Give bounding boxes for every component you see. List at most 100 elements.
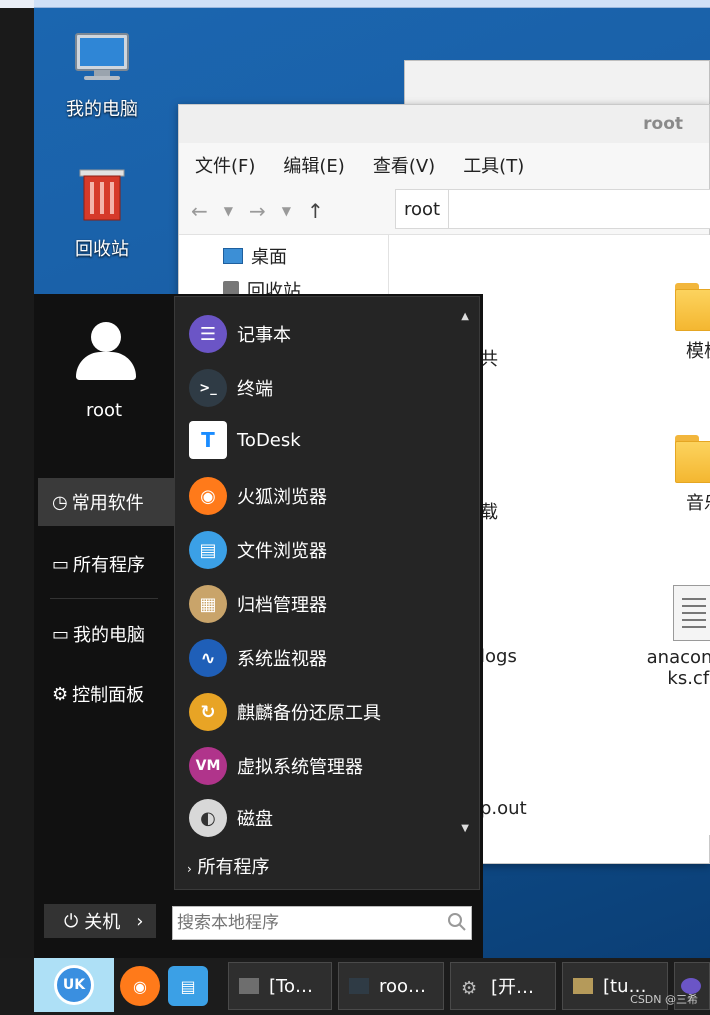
shutdown-label: 关机	[84, 912, 121, 933]
scroll-down-icon[interactable]: ▼	[461, 823, 469, 834]
vm-icon: VM	[189, 747, 227, 785]
taskbar-file-browser-icon[interactable]: ▤	[168, 966, 208, 1006]
nav-label: 控制面板	[72, 685, 145, 706]
app-item-firefox[interactable]: ◉ 火狐浏览器	[189, 477, 327, 515]
app-item-file-browser[interactable]: ▤ 文件浏览器	[189, 531, 327, 569]
computer-icon	[75, 33, 129, 80]
all-programs-label: 所有程序	[197, 857, 270, 878]
app-item-backup-tool[interactable]: ↻ 麒麟备份还原工具	[189, 693, 381, 731]
nav-label: 常用软件	[71, 493, 144, 514]
monitor-icon: ▭	[52, 623, 70, 645]
app-item-virt-manager[interactable]: VM 虚拟系统管理器	[189, 747, 363, 785]
clock-icon: ◷	[52, 491, 68, 513]
taskbar-item[interactable]: roo…	[338, 962, 444, 1010]
shutdown-button[interactable]: ⏻ 关机 ›	[44, 904, 156, 938]
file-item[interactable]: 音乐	[649, 435, 710, 515]
nav-label: 我的电脑	[73, 625, 146, 646]
chevron-right-icon: ›	[136, 910, 144, 932]
window-title: root	[179, 105, 709, 143]
app-item-todesk[interactable]: T ToDesk	[189, 421, 301, 459]
notepad-icon: ☰	[189, 315, 227, 353]
file-browser-icon: ▤	[189, 531, 227, 569]
taskbar-firefox-icon[interactable]: ◉	[120, 966, 160, 1006]
folder-icon	[573, 978, 593, 994]
taskbar-item-label: [开…	[491, 977, 535, 998]
document-icon	[673, 585, 710, 641]
chevron-right-icon: ›	[187, 862, 192, 876]
start-button[interactable]: UK	[34, 958, 114, 1012]
nav-label: 所有程序	[73, 555, 146, 576]
disk-icon: ◐	[189, 799, 227, 837]
file-label: 音乐	[686, 493, 710, 514]
top-tab-stub	[0, 0, 34, 8]
nav-divider	[50, 598, 158, 599]
kylin-logo-icon: UK	[54, 965, 94, 1005]
desktop-icon-my-computer[interactable]: 我的电脑	[52, 30, 152, 121]
app-item-disks[interactable]: ◐ 磁盘	[189, 799, 273, 837]
taskbar-item-label: [To…	[269, 975, 313, 997]
app-label: 磁盘	[237, 809, 273, 830]
app-item-archive-manager[interactable]: ▦ 归档管理器	[189, 585, 327, 623]
menu-file[interactable]: 文件(F)	[195, 152, 255, 178]
back-arrow-icon[interactable]: ←	[191, 199, 208, 223]
todesk-icon: T	[189, 421, 227, 459]
file-label: anaconda-ks.cfg	[646, 647, 710, 689]
desktop-icon-label: 我的电脑	[66, 99, 138, 120]
archive-icon: ▦	[189, 585, 227, 623]
app-list: ▲ ☰ 记事本 >_ 终端 T ToDesk ◉ 火狐浏览器 ▤ 文件浏览器 ▦…	[174, 296, 480, 890]
app-label: ToDesk	[237, 429, 301, 451]
app-label: 文件浏览器	[237, 541, 327, 562]
nav-control-panel[interactable]: ⚙ 控制面板	[38, 670, 174, 718]
window-icon	[239, 978, 259, 994]
app-item-terminal[interactable]: >_ 终端	[189, 369, 273, 407]
scroll-up-icon[interactable]: ▲	[461, 311, 469, 322]
file-label: 模板	[686, 341, 710, 362]
app-label: 虚拟系统管理器	[237, 757, 363, 778]
taskbar-item-label: roo…	[379, 975, 427, 997]
file-item[interactable]: 模板	[649, 283, 710, 363]
gear-icon: ⚙	[461, 978, 478, 999]
grid-icon: ▭	[52, 553, 70, 575]
menu-tools[interactable]: 工具(T)	[463, 152, 524, 178]
desktop-icon-label: 回收站	[75, 239, 129, 260]
desktop-icon-recycle-bin[interactable]: 回收站	[52, 164, 152, 261]
taskbar-item[interactable]: [To…	[228, 962, 332, 1010]
user-avatar-icon	[74, 322, 138, 382]
monitor-graph-icon: ∿	[189, 639, 227, 677]
search-icon[interactable]	[447, 912, 467, 932]
all-programs-link[interactable]: › 所有程序	[187, 853, 270, 879]
search-box	[172, 906, 472, 940]
app-label: 记事本	[237, 325, 291, 346]
side-item-desktop[interactable]: 桌面	[179, 235, 388, 269]
up-arrow-icon[interactable]: ↑	[307, 199, 324, 223]
left-edge-strip	[0, 8, 34, 958]
terminal-icon: >_	[189, 369, 227, 407]
app-label: 火狐浏览器	[237, 487, 327, 508]
forward-arrow-icon[interactable]: →	[249, 199, 266, 223]
file-item[interactable]: anaconda-ks.cfg	[639, 585, 710, 689]
gear-icon: ⚙	[52, 683, 69, 705]
nav-common-software[interactable]: ◷ 常用软件	[38, 478, 174, 526]
app-label: 麒麟备份还原工具	[237, 703, 381, 724]
firefox-icon: ◉	[189, 477, 227, 515]
search-input[interactable]	[177, 913, 437, 933]
terminal-icon	[349, 978, 369, 994]
breadcrumb[interactable]: root	[396, 190, 450, 228]
trash-icon	[79, 169, 125, 221]
menu-bar: 文件(F) 编辑(E) 查看(V) 工具(T)	[179, 143, 709, 187]
taskbar-item[interactable]: ⚙ [开…	[450, 962, 556, 1010]
chevron-down-icon[interactable]: ▼	[224, 204, 233, 218]
menu-edit[interactable]: 编辑(E)	[283, 152, 344, 178]
app-item-system-monitor[interactable]: ∿ 系统监视器	[189, 639, 327, 677]
desktop-icon	[223, 248, 243, 264]
address-bar[interactable]: root	[395, 189, 710, 229]
menu-view[interactable]: 查看(V)	[373, 152, 435, 178]
app-label: 系统监视器	[237, 649, 327, 670]
user-name: root	[85, 400, 123, 421]
chevron-down-icon[interactable]: ▼	[282, 204, 291, 218]
nav-my-computer[interactable]: ▭ 我的电脑	[38, 610, 174, 658]
top-window-edge	[0, 0, 710, 8]
folder-icon	[675, 283, 710, 331]
app-item-notepad[interactable]: ☰ 记事本	[189, 315, 291, 353]
nav-all-programs[interactable]: ▭ 所有程序	[38, 540, 174, 588]
